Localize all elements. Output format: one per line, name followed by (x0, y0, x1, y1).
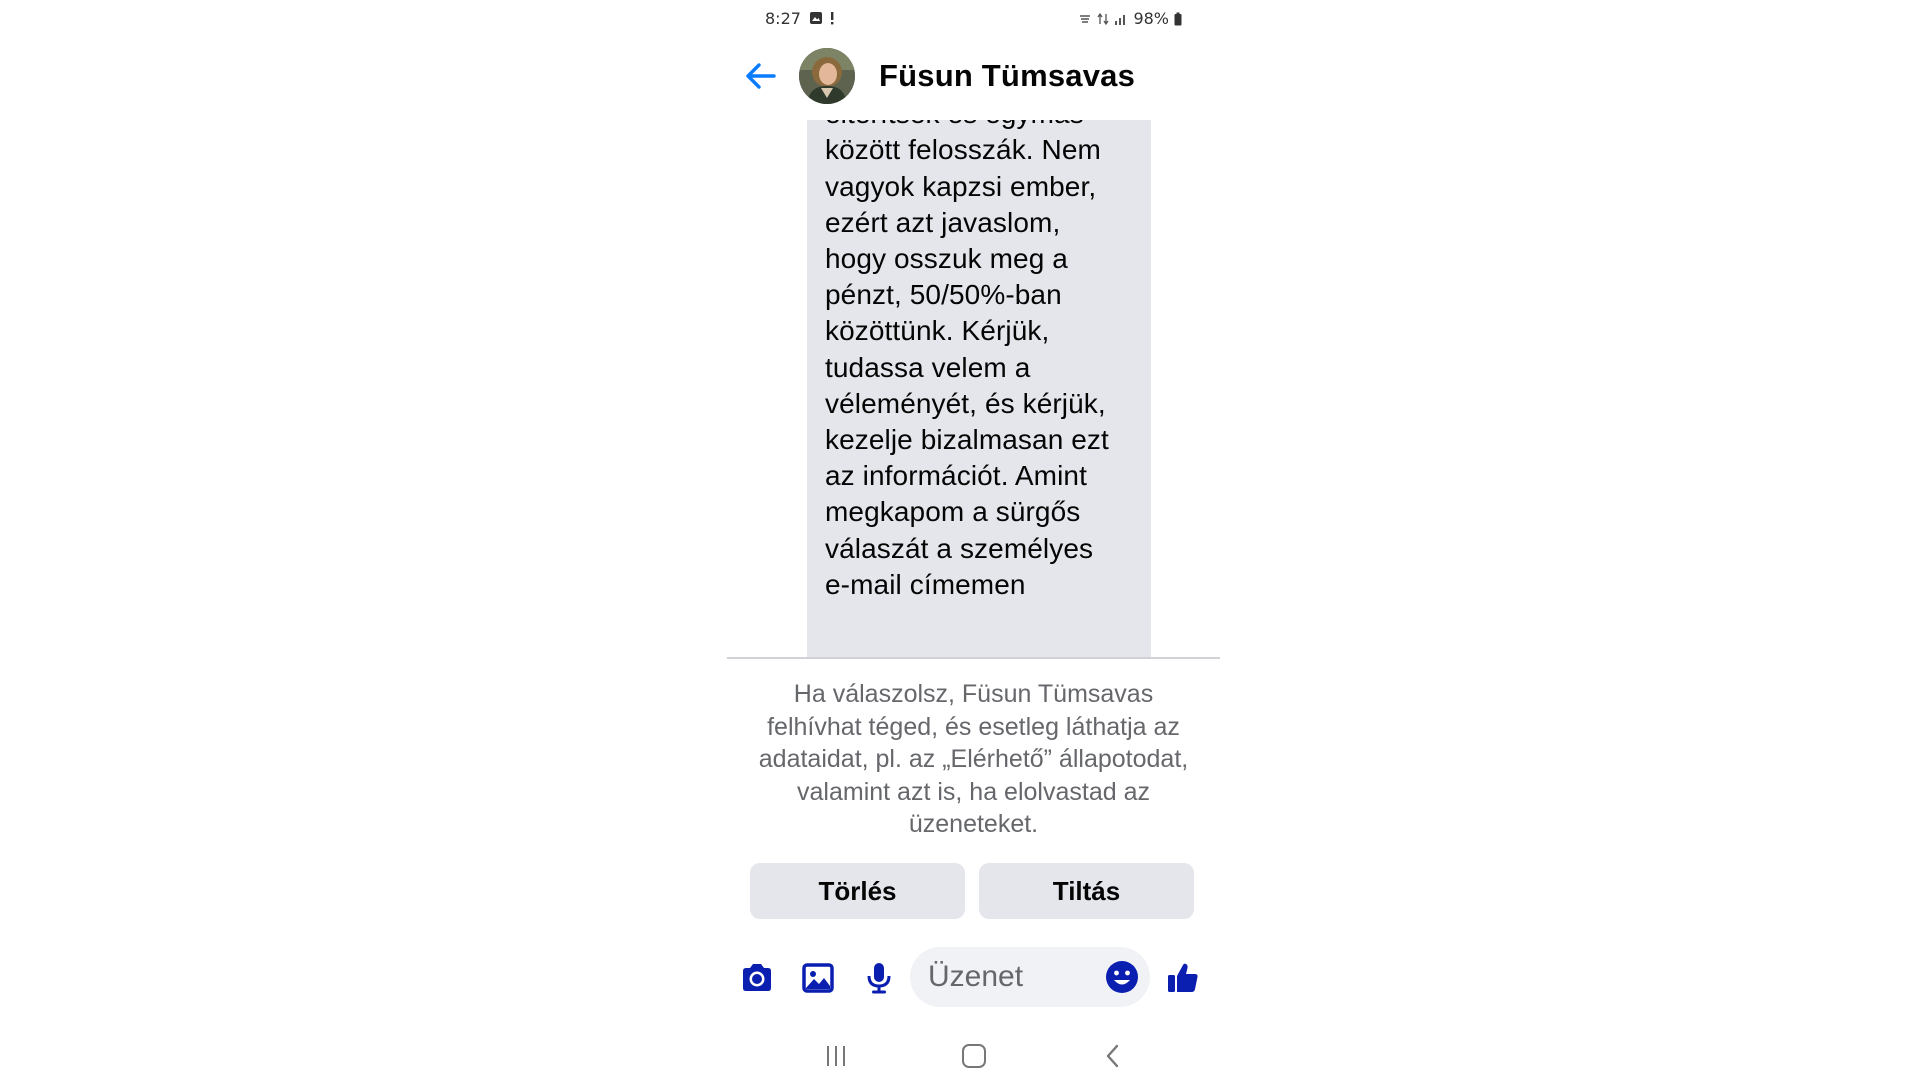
status-notifications (809, 11, 835, 25)
message-input[interactable] (928, 959, 1098, 995)
message-request-notice: Ha válaszolsz, Füsun Tümsavas felhívhat … (758, 680, 1189, 838)
recents-button[interactable] (816, 1038, 856, 1074)
status-bar: 8:27 98% (727, 0, 1220, 36)
status-time: 8:27 (765, 9, 801, 28)
recents-icon (827, 1046, 845, 1066)
back-button[interactable] (741, 56, 781, 96)
system-navigation-bar (727, 1030, 1220, 1080)
chevron-left-icon (1106, 1044, 1119, 1068)
phone-screen: 8:27 98% Füsun Tümsavas között felosszák… (727, 0, 1220, 1080)
battery-percent: 98% (1133, 9, 1169, 28)
data-icon (1097, 12, 1109, 25)
like-button[interactable] (1164, 959, 1202, 997)
camera-button[interactable] (738, 959, 776, 997)
microphone-icon (867, 963, 891, 994)
conversation-header: Füsun Tümsavas (727, 40, 1220, 120)
message-bubble[interactable]: bankigazgatók eltérítsék és egymás közöt… (807, 120, 1151, 658)
status-right: 98% (1078, 9, 1182, 28)
delete-button[interactable]: Törlés (750, 863, 965, 919)
home-button[interactable] (954, 1038, 994, 1074)
message-text: bankigazgatók eltérítsék és egymás közöt… (825, 120, 1109, 600)
system-back-button[interactable] (1093, 1038, 1133, 1074)
message-list[interactable]: bankigazgatók eltérítsék és egymás közöt… (727, 120, 1220, 658)
alert-notification-icon (831, 12, 834, 25)
smiley-icon (1106, 961, 1138, 993)
emoji-button[interactable] (1104, 959, 1140, 995)
image-icon (802, 963, 834, 993)
wifi-calling-icon (1080, 14, 1091, 23)
arrow-left-icon (746, 63, 776, 89)
divider (727, 657, 1220, 659)
camera-icon (743, 964, 771, 991)
microphone-button[interactable] (860, 959, 898, 997)
block-button[interactable]: Tiltás (979, 863, 1194, 919)
contact-photo (799, 48, 855, 104)
message-input-container[interactable] (910, 947, 1150, 1007)
gallery-button[interactable] (799, 959, 837, 997)
avatar[interactable] (799, 48, 855, 104)
contact-name[interactable]: Füsun Tümsavas (879, 58, 1135, 94)
battery-icon (1174, 12, 1182, 25)
photo-notification-icon (810, 12, 822, 24)
thumbs-up-icon (1168, 963, 1198, 992)
signal-icon (1115, 14, 1126, 25)
home-icon (962, 1044, 986, 1068)
message-composer (727, 945, 1220, 1009)
